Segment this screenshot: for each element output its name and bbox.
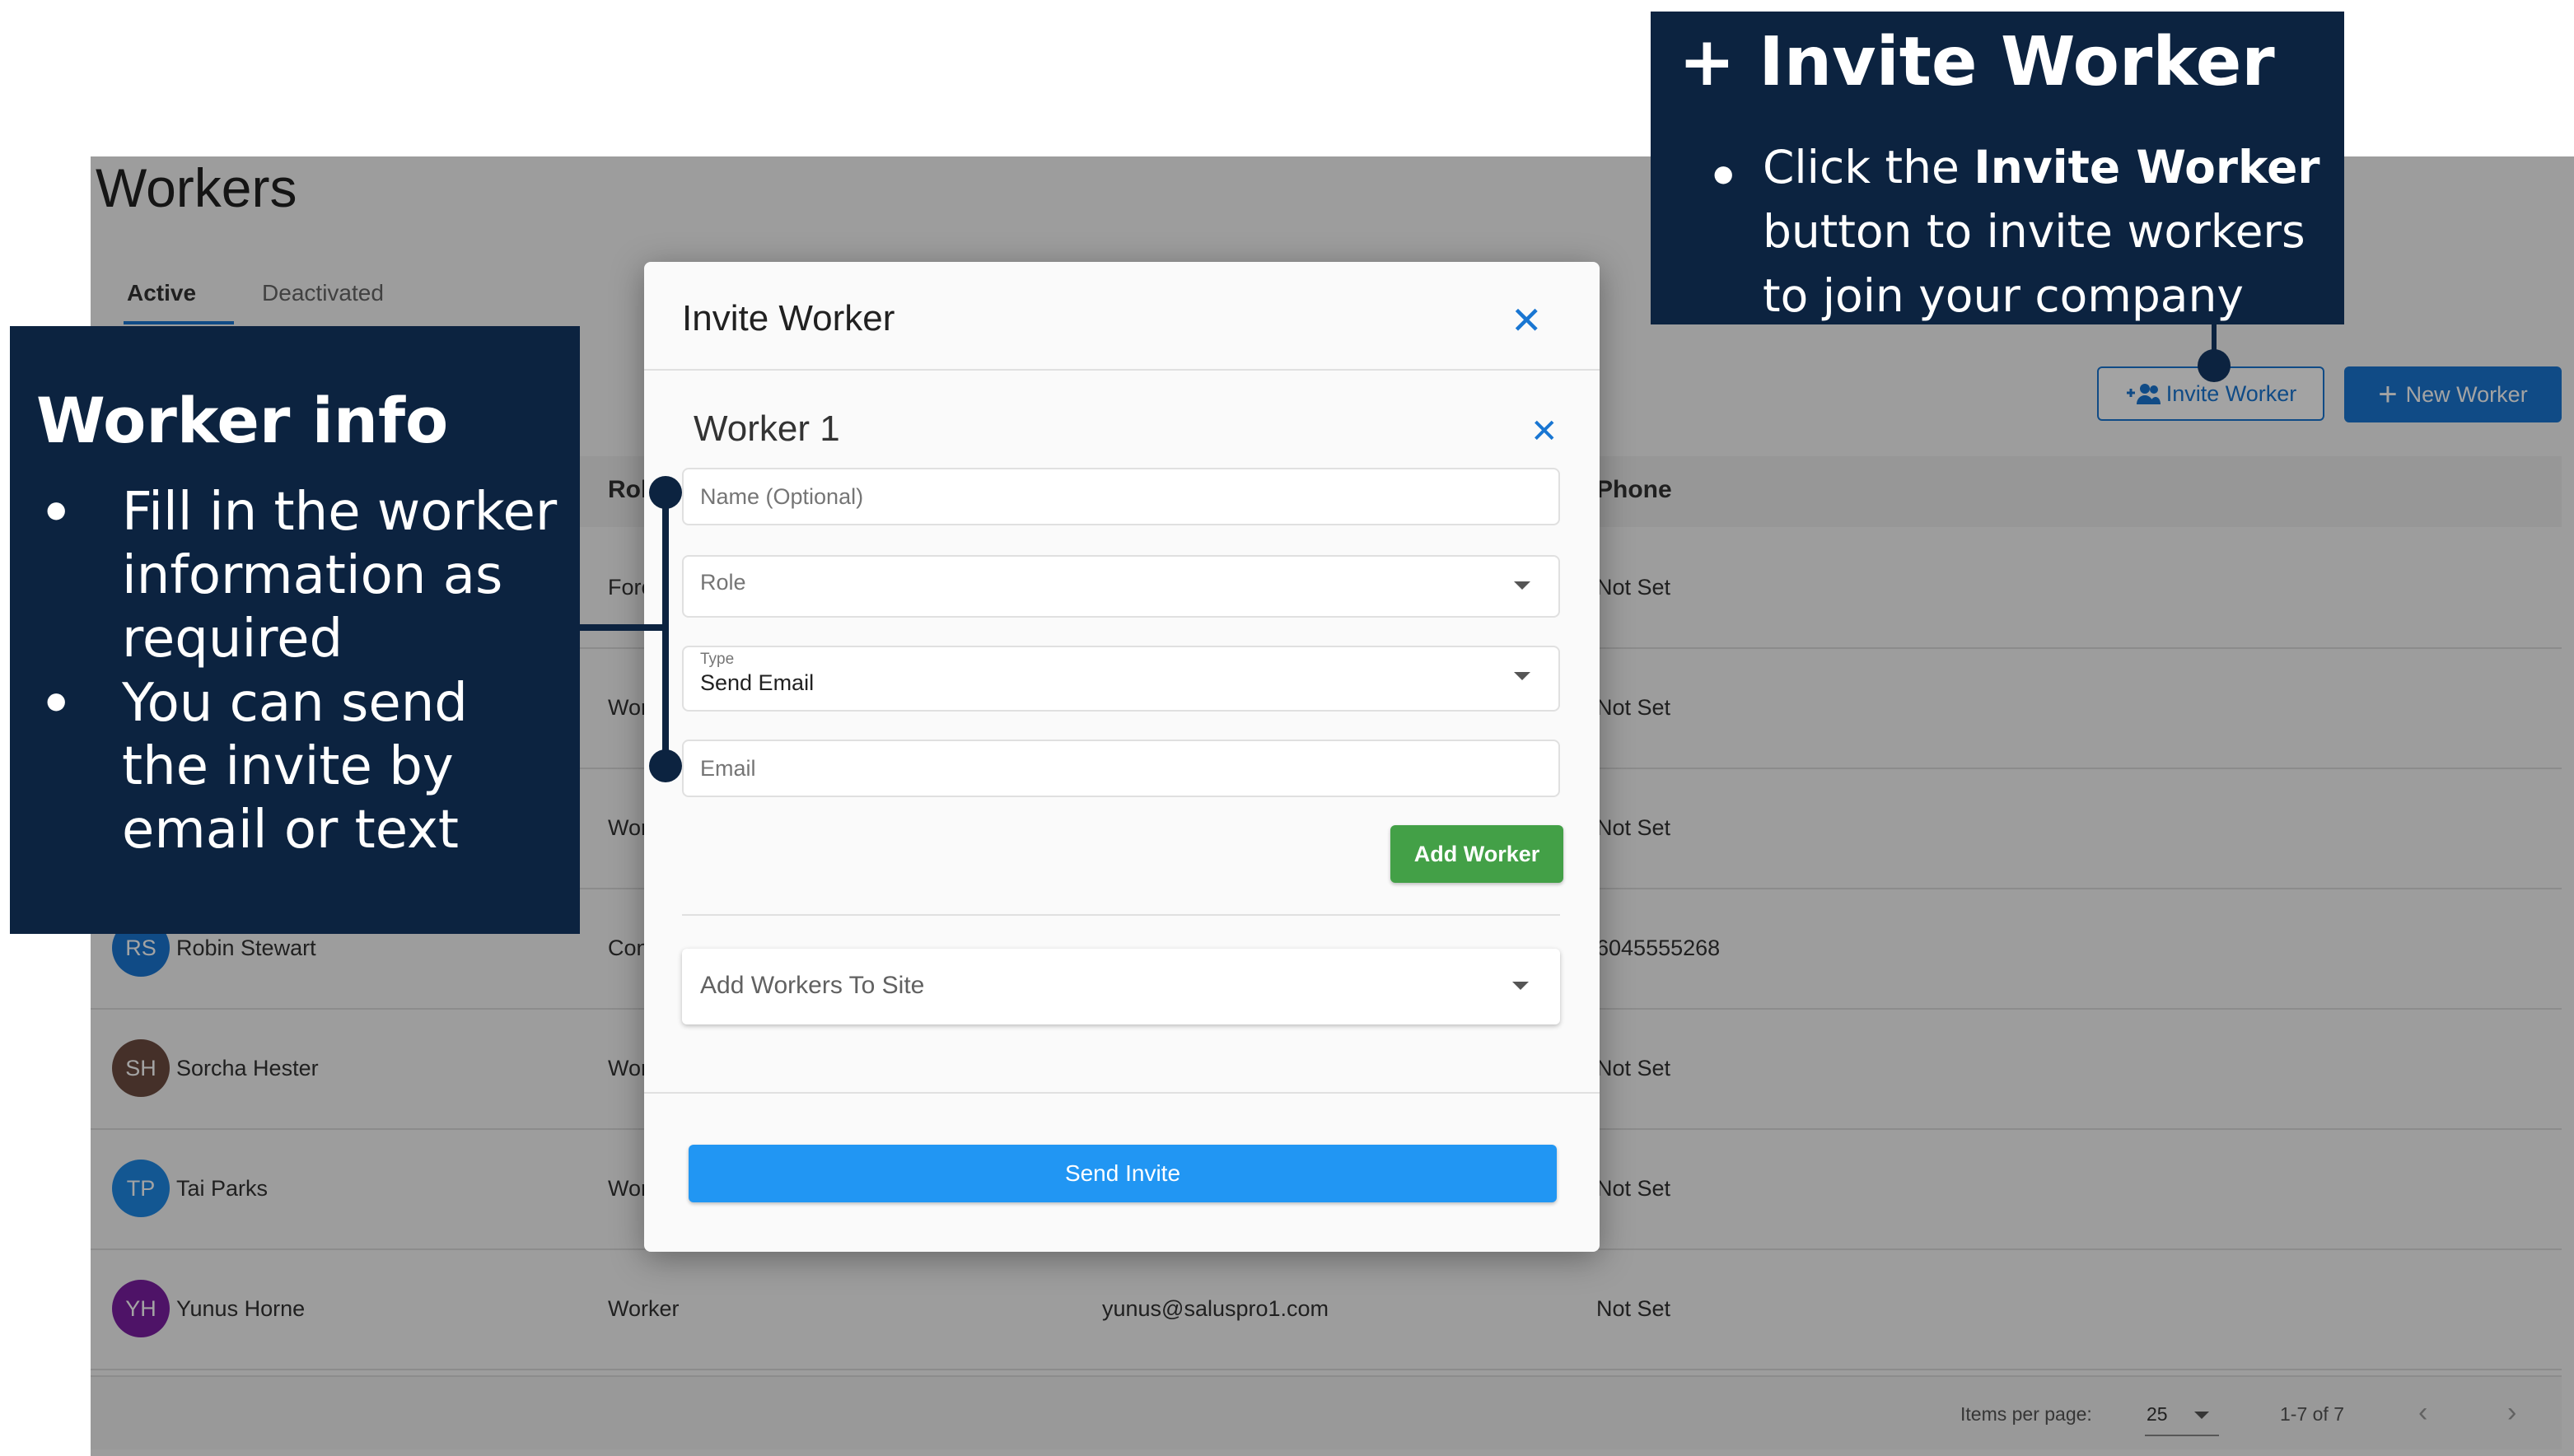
email-placeholder: Email xyxy=(700,756,756,781)
add-workers-to-site-select[interactable]: Add Workers To Site xyxy=(682,949,1560,1024)
add-worker-button[interactable]: Add Worker xyxy=(1390,825,1563,883)
callout-pointer-dot xyxy=(649,476,682,509)
remove-worker-icon[interactable]: ✕ xyxy=(1530,415,1558,448)
callout-text-suffix: button to invite workers to join your co… xyxy=(1763,205,2305,322)
callout-bullet-2: You can send the invite by email or text xyxy=(122,673,468,861)
invite-worker-callout: + Invite Worker ● Click the Invite Worke… xyxy=(1651,12,2344,324)
send-invite-button[interactable]: Send Invite xyxy=(689,1145,1557,1202)
chevron-down-icon xyxy=(1512,982,1529,990)
name-placeholder: Name (Optional) xyxy=(700,484,864,509)
add-workers-to-site-label: Add Workers To Site xyxy=(700,972,925,999)
callout-bullet-1: Fill in the worker information as requir… xyxy=(122,482,558,670)
bullet-icon: ● xyxy=(1713,160,1734,187)
callout-pointer-dot xyxy=(649,749,682,782)
role-select[interactable]: Role xyxy=(682,555,1560,618)
callout-bracket xyxy=(662,492,669,768)
callout-title: Worker info xyxy=(36,384,449,457)
dialog-title: Invite Worker xyxy=(682,298,895,338)
section-divider xyxy=(682,914,1560,916)
invite-worker-dialog: Invite Worker ✕ Worker 1 ✕ Name (Optiona… xyxy=(644,262,1600,1252)
type-select[interactable]: Type Send Email xyxy=(682,646,1560,712)
name-field[interactable]: Name (Optional) xyxy=(682,468,1560,525)
callout-text: Click the Invite Worker button to invite… xyxy=(1763,135,2323,328)
worker-info-callout: Worker info ● Fill in the worker informa… xyxy=(10,326,580,934)
role-placeholder: Role xyxy=(700,570,746,595)
type-value: Send Email xyxy=(700,670,815,695)
bullet-icon: ● xyxy=(46,496,67,523)
callout-text-prefix: Click the xyxy=(1763,141,1974,194)
type-label: Type xyxy=(700,651,735,668)
footer-divider xyxy=(644,1092,1600,1094)
callout-pointer-dot xyxy=(2198,349,2231,382)
worker-heading: Worker 1 xyxy=(694,408,840,449)
callout-title: + Invite Worker xyxy=(1679,23,2275,101)
close-icon[interactable]: ✕ xyxy=(1511,301,1543,339)
dialog-divider xyxy=(644,369,1600,371)
callout-connector xyxy=(580,624,667,631)
chevron-down-icon xyxy=(1514,581,1530,590)
bullet-icon: ● xyxy=(46,687,67,714)
callout-text-bold: Invite Worker xyxy=(1974,141,2320,194)
email-field[interactable]: Email xyxy=(682,740,1560,797)
chevron-down-icon xyxy=(1514,672,1530,680)
